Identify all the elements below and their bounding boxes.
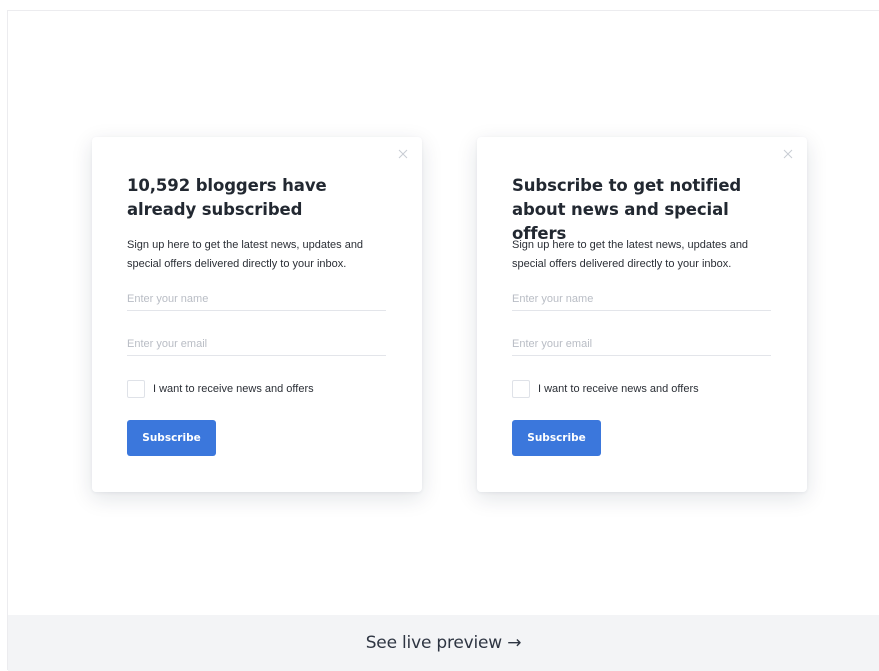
email-input[interactable] (127, 332, 386, 356)
name-input[interactable] (512, 287, 771, 311)
consent-checkbox[interactable] (127, 380, 145, 398)
consent-label: I want to receive news and offers (538, 383, 699, 395)
subscribe-popup-left: 10,592 bloggers have already subscribed … (92, 137, 422, 492)
see-live-preview-link[interactable]: See live preview → (366, 633, 522, 653)
preview-stage: 10,592 bloggers have already subscribed … (8, 11, 879, 615)
close-icon[interactable] (782, 148, 794, 160)
subscribe-button[interactable]: Subscribe (512, 420, 601, 456)
name-input[interactable] (127, 287, 386, 311)
popup-description: Sign up here to get the latest news, upd… (127, 239, 364, 270)
popup-title: 10,592 bloggers have already subscribed (127, 176, 327, 219)
consent-checkbox[interactable] (512, 380, 530, 398)
email-input[interactable] (512, 332, 771, 356)
subscribe-button[interactable]: Subscribe (127, 420, 216, 456)
consent-label: I want to receive news and offers (153, 383, 314, 395)
consent-checkbox-row[interactable]: I want to receive news and offers (512, 380, 699, 398)
preview-footer: See live preview → (8, 615, 879, 671)
consent-checkbox-row[interactable]: I want to receive news and offers (127, 380, 314, 398)
preview-frame: 10,592 bloggers have already subscribed … (7, 10, 879, 671)
close-icon[interactable] (397, 148, 409, 160)
subscribe-popup-right: Subscribe to get notified about news and… (477, 137, 807, 492)
popup-description: Sign up here to get the latest news, upd… (512, 239, 749, 270)
